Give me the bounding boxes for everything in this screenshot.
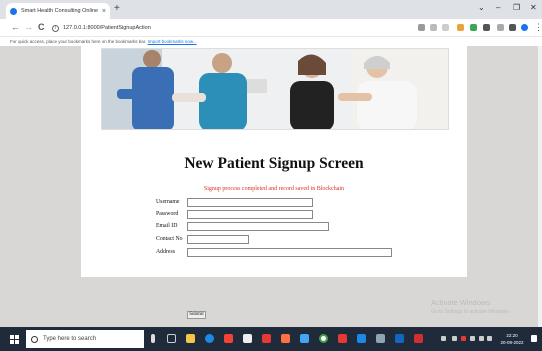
favicon-icon <box>10 7 17 15</box>
extension-icon[interactable] <box>457 24 464 31</box>
search-icon <box>31 335 38 343</box>
shield-extension-icon[interactable] <box>470 24 477 31</box>
volume-icon[interactable] <box>487 336 492 341</box>
wifi-icon[interactable] <box>479 336 484 341</box>
battery-icon[interactable] <box>470 336 475 341</box>
browser-toolbar: ← → C i 127.0.0.1:8000/PatientSignupActi… <box>0 19 542 37</box>
form-row-address: Address <box>156 248 416 258</box>
email-label: Email ID <box>156 223 178 229</box>
url-text: 127.0.0.1:8000/PatientSignupAction <box>63 25 151 31</box>
info-icon[interactable]: i <box>52 24 59 32</box>
password-label: Password <box>156 211 179 217</box>
address-bar[interactable]: i 127.0.0.1:8000/PatientSignupAction <box>52 22 412 34</box>
content-card: New Patient Signup Screen Signup process… <box>81 46 467 319</box>
tab-strip: Smart Health Consulting Online × + ⌄ – ❐… <box>0 0 542 19</box>
app-icon-gray[interactable] <box>376 334 385 343</box>
tray-chevron-icon[interactable] <box>452 336 457 341</box>
app-icon-red-4[interactable] <box>414 334 423 343</box>
profile-icon[interactable] <box>521 24 528 31</box>
username-label: Username <box>156 199 180 205</box>
app-icon-red-3[interactable] <box>338 334 347 343</box>
chrome-icon[interactable] <box>319 334 328 343</box>
email-input[interactable] <box>187 222 329 231</box>
tab-search-icon[interactable]: ⌄ <box>478 2 485 14</box>
password-input[interactable] <box>187 210 313 219</box>
tray-app-icon[interactable] <box>461 336 466 341</box>
edge-icon[interactable] <box>205 334 214 343</box>
app-icon-orange[interactable] <box>281 334 290 343</box>
reload-button[interactable]: C <box>38 22 45 33</box>
doctors-patients-illustration <box>102 49 448 129</box>
app-icon-red-2[interactable] <box>262 334 271 343</box>
form-row-email: Email ID <box>156 222 416 232</box>
hero-image <box>101 48 449 130</box>
bookmarks-hint: For quick access, place your bookmarks h… <box>10 39 147 44</box>
task-view-icon[interactable] <box>167 334 176 343</box>
username-input[interactable] <box>187 198 313 207</box>
new-tab-button[interactable]: + <box>114 3 120 15</box>
browser-tab[interactable]: Smart Health Consulting Online × <box>6 3 110 19</box>
address-input[interactable] <box>187 248 392 257</box>
app-icon-red[interactable] <box>224 334 233 343</box>
app-icon-blue-2[interactable] <box>357 334 366 343</box>
puzzle-icon[interactable] <box>483 24 490 31</box>
forward-button[interactable]: → <box>24 22 33 33</box>
status-message: Signup process completed and record save… <box>203 186 345 192</box>
page-scrollbar[interactable] <box>538 46 542 327</box>
close-tab-icon[interactable]: × <box>102 8 106 15</box>
contact-input[interactable] <box>187 235 249 244</box>
taskbar-search[interactable]: Type here to search <box>26 330 144 348</box>
bookmarks-bar: For quick access, place your bookmarks h… <box>0 37 542 46</box>
activate-windows-title: Activate Windows <box>431 298 491 307</box>
reading-list-icon[interactable] <box>497 24 504 31</box>
form-row-username: Username <box>156 198 416 208</box>
tab-title: Smart Health Consulting Online <box>21 8 99 14</box>
search-placeholder: Type here to search <box>43 336 97 342</box>
windows-start-icon[interactable] <box>10 335 19 344</box>
star-icon[interactable] <box>442 24 449 31</box>
page-viewport: New Patient Signup Screen Signup process… <box>0 46 542 327</box>
clock-date[interactable]: 20-09-2022 <box>498 340 526 345</box>
store-icon[interactable] <box>243 334 252 343</box>
activate-windows-subtitle: Go to Settings to activate Windows. <box>431 309 510 315</box>
maximize-button[interactable]: ❐ <box>513 2 520 14</box>
sidebar-icon[interactable] <box>509 24 516 31</box>
people-icon[interactable] <box>441 336 446 341</box>
app-icon-blue[interactable] <box>300 334 309 343</box>
form-row-password: Password <box>156 210 416 220</box>
microphone-icon[interactable] <box>151 334 155 343</box>
clock-time[interactable]: 22:20 <box>500 333 524 338</box>
windows-taskbar: Type here to search 22:20 20-09-2022 <box>0 327 542 351</box>
key-icon[interactable] <box>418 24 425 31</box>
import-bookmarks-link[interactable]: Import bookmarks now... <box>148 39 197 44</box>
app-icon-blue-3[interactable] <box>395 334 404 343</box>
close-window-button[interactable]: ✕ <box>530 2 537 14</box>
form-row-contact: Contact No <box>156 235 416 245</box>
address-label: Address <box>156 249 175 255</box>
file-explorer-icon[interactable] <box>186 334 195 343</box>
page-title: New Patient Signup Screen <box>184 155 364 172</box>
notifications-icon[interactable] <box>531 335 537 342</box>
submit-button[interactable]: Submit <box>187 311 206 319</box>
share-icon[interactable] <box>430 24 437 31</box>
contact-label: Contact No <box>156 236 183 242</box>
menu-icon[interactable]: ⋮ <box>534 22 542 33</box>
back-button[interactable]: ← <box>11 22 20 33</box>
minimize-button[interactable]: – <box>496 2 500 14</box>
